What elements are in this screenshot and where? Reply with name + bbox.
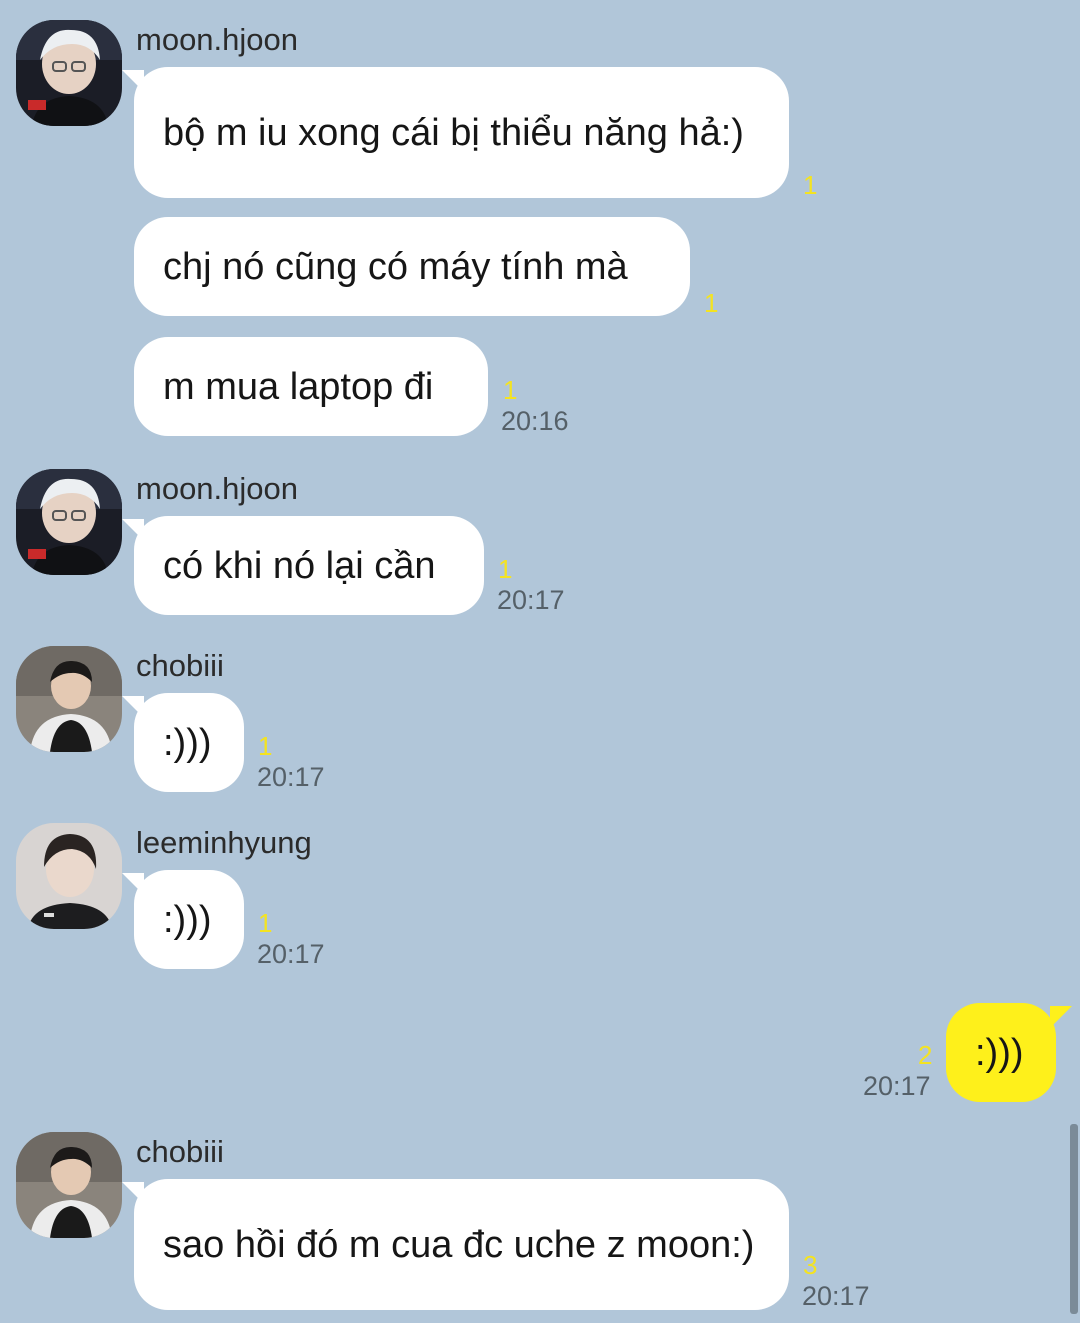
avatar-chobiii[interactable] (16, 1132, 122, 1238)
message-timestamp: 20:17 (497, 585, 565, 615)
unread-count: 1 (704, 288, 719, 318)
bubble-tail (1050, 1006, 1072, 1028)
message-text: :))) (163, 898, 212, 941)
sender-name: moon.hjoon (136, 22, 299, 57)
bubble-tail (122, 519, 144, 541)
scrollbar[interactable] (1070, 1124, 1078, 1314)
bubble-tail (122, 696, 144, 718)
message-text: :))) (163, 721, 212, 764)
message-bubble[interactable]: :))) (134, 693, 244, 792)
unread-count: 2 (918, 1040, 933, 1070)
avatar-icon (16, 646, 122, 752)
sender-name: moon.hjoon (136, 471, 299, 506)
message-bubble[interactable]: :))) (134, 870, 244, 969)
avatar-icon (16, 823, 122, 929)
my-message-bubble[interactable]: :))) (946, 1003, 1056, 1102)
avatar-icon (16, 469, 122, 575)
sender-name: chobiii (136, 648, 224, 683)
avatar-icon (16, 20, 122, 126)
bubble-tail (122, 1182, 144, 1204)
avatar-chobiii[interactable] (16, 646, 122, 752)
bubble-tail (122, 70, 144, 92)
message-timestamp: 20:17 (863, 1071, 931, 1101)
message-bubble[interactable]: bộ m iu xong cái bị thiểu năng hả:) (134, 67, 789, 198)
unread-count: 3 (803, 1250, 818, 1280)
avatar-leeminhyung[interactable] (16, 823, 122, 929)
message-bubble[interactable]: m mua laptop đi (134, 337, 488, 436)
message-timestamp: 20:16 (501, 406, 569, 436)
avatar-icon (16, 1132, 122, 1238)
message-timestamp: 20:17 (802, 1281, 870, 1311)
message-text: có khi nó lại cần (163, 544, 436, 587)
unread-count: 1 (498, 554, 513, 584)
message-timestamp: 20:17 (257, 762, 325, 792)
avatar-moon-hjoon[interactable] (16, 20, 122, 126)
unread-count: 1 (803, 170, 818, 200)
message-text: chj nó cũng có máy tính mà (163, 245, 628, 288)
message-text: :))) (975, 1031, 1024, 1074)
bubble-tail (122, 873, 144, 895)
unread-count: 1 (258, 908, 273, 938)
message-text: sao hồi đó m cua đc uche z moon:) (163, 1223, 755, 1266)
sender-name: chobiii (136, 1134, 224, 1169)
message-timestamp: 20:17 (257, 939, 325, 969)
message-bubble[interactable]: chj nó cũng có máy tính mà (134, 217, 690, 316)
sender-name: leeminhyung (136, 825, 312, 860)
message-text: bộ m iu xong cái bị thiểu năng hả:) (163, 111, 744, 154)
avatar-moon-hjoon[interactable] (16, 469, 122, 575)
message-text: m mua laptop đi (163, 365, 434, 408)
unread-count: 1 (258, 731, 273, 761)
unread-count: 1 (503, 375, 518, 405)
message-bubble[interactable]: có khi nó lại cần (134, 516, 484, 615)
message-bubble[interactable]: sao hồi đó m cua đc uche z moon:) (134, 1179, 789, 1310)
